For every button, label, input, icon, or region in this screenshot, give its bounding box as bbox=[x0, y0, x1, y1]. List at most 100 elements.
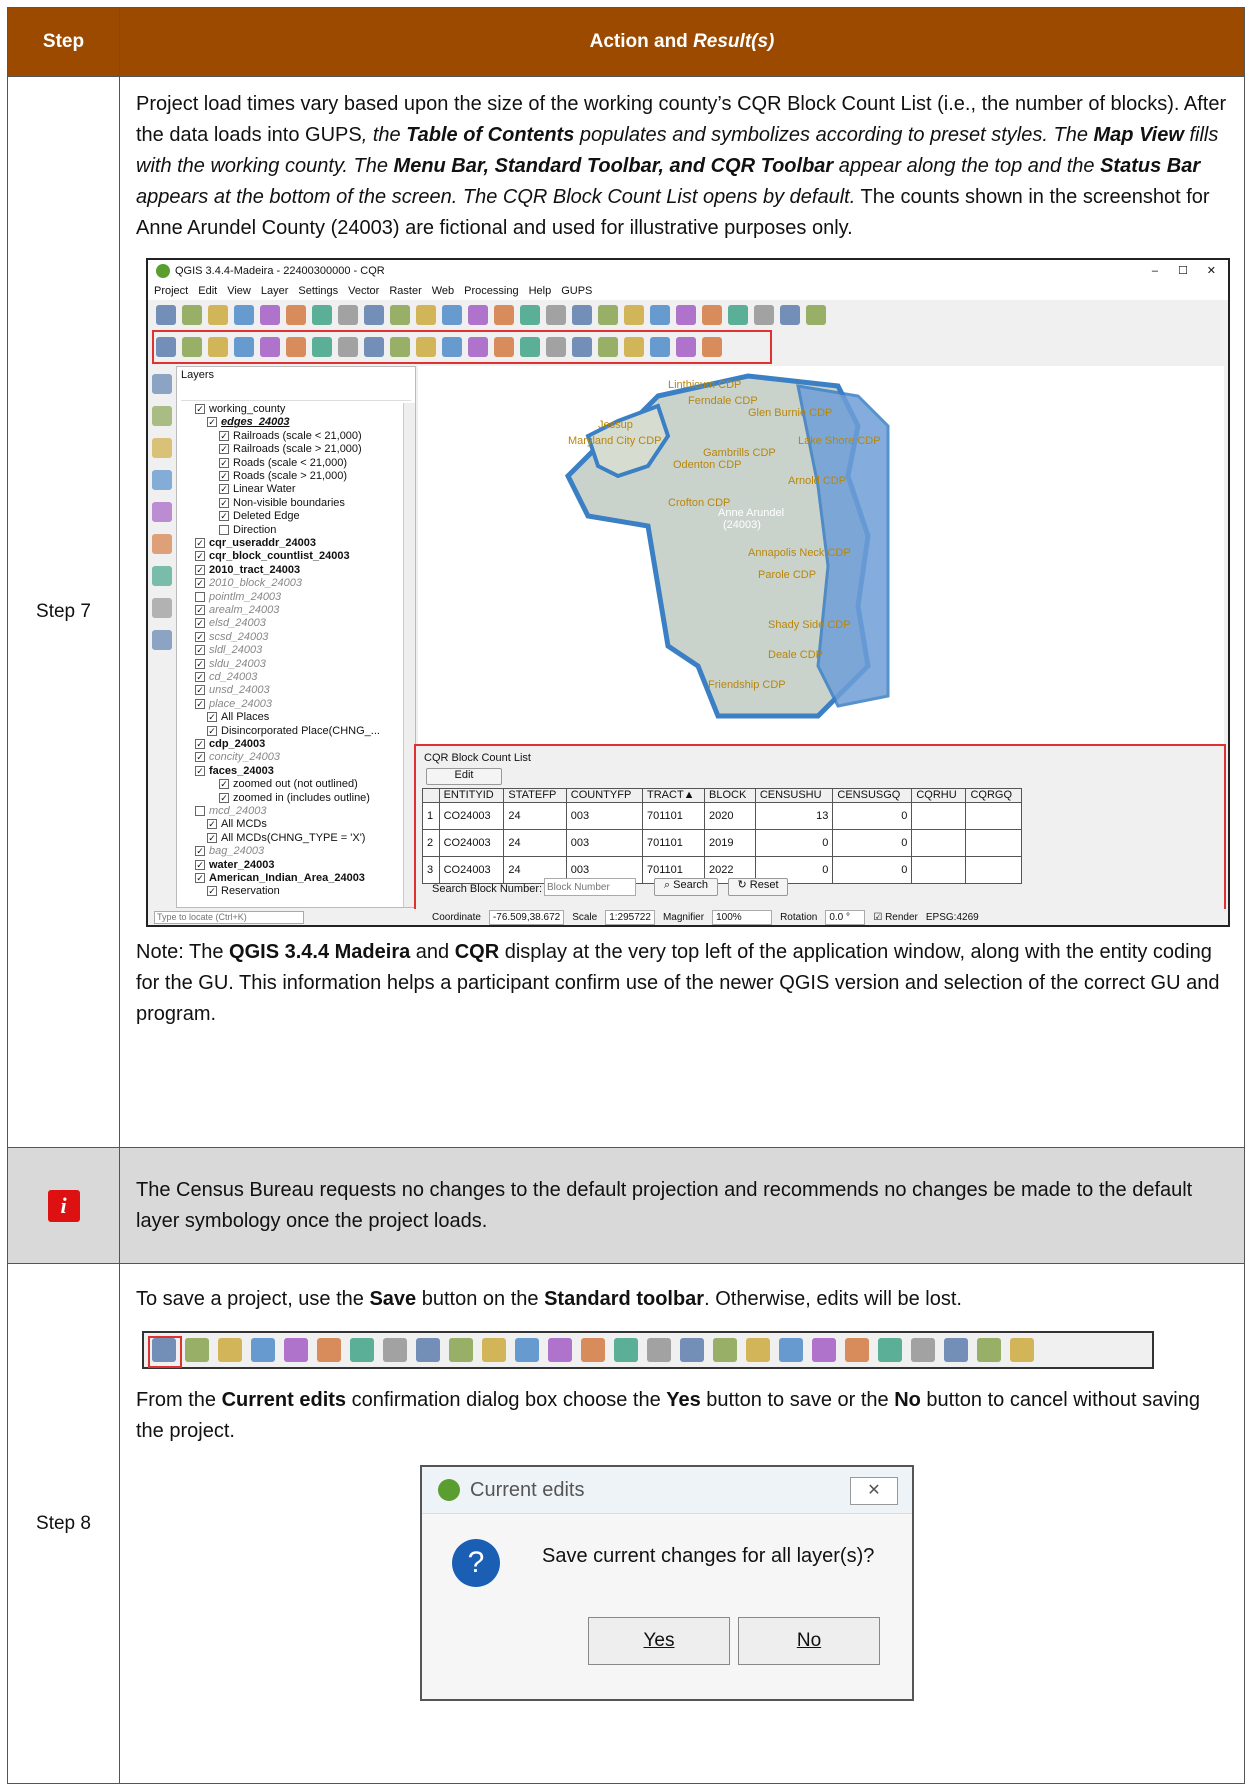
menu-raster[interactable]: Raster bbox=[389, 285, 421, 298]
layer-item[interactable]: ✓ water_24003 bbox=[195, 859, 274, 872]
layer-item[interactable]: ✓ Roads (scale > 21,000) bbox=[219, 470, 347, 483]
standard-tool-20-icon[interactable] bbox=[650, 305, 670, 325]
layer-item[interactable]: ✓ zoomed in (includes outline) bbox=[219, 792, 370, 805]
std-toolbar-tool-12-icon[interactable] bbox=[515, 1338, 539, 1362]
layer-item[interactable]: ✓ zoomed out (not outlined) bbox=[219, 778, 358, 791]
layer-checkbox[interactable]: ✓ bbox=[207, 832, 217, 843]
no-button[interactable]: No bbox=[738, 1617, 880, 1665]
layer-checkbox[interactable]: ✓ bbox=[195, 404, 205, 415]
maximize-icon[interactable]: ☐ bbox=[1178, 265, 1188, 278]
layer-checkbox[interactable]: ✓ bbox=[207, 712, 217, 723]
layer-checkbox[interactable]: ✓ bbox=[219, 430, 229, 441]
std-toolbar-tool-9-icon[interactable] bbox=[416, 1338, 440, 1362]
standard-tool-5-icon[interactable] bbox=[260, 305, 280, 325]
layer-item[interactable]: ✓ cqr_useraddr_24003 bbox=[195, 537, 316, 550]
layer-item[interactable]: Direction bbox=[219, 524, 276, 537]
layer-checkbox[interactable]: ✓ bbox=[195, 564, 205, 575]
layer-checkbox[interactable]: ✓ bbox=[219, 471, 229, 482]
layer-item[interactable]: ✓ arealm_24003 bbox=[195, 604, 279, 617]
std-toolbar-tool-16-icon[interactable] bbox=[647, 1338, 671, 1362]
standard-tool-15-icon[interactable] bbox=[520, 305, 540, 325]
standard-tool-21-icon[interactable] bbox=[676, 305, 696, 325]
layer-checkbox[interactable]: ✓ bbox=[219, 497, 229, 508]
menu-settings[interactable]: Settings bbox=[298, 285, 338, 298]
digitize-tool-7-icon[interactable] bbox=[152, 566, 172, 586]
layer-checkbox[interactable]: ✓ bbox=[195, 685, 205, 696]
layer-checkbox[interactable]: ✓ bbox=[207, 819, 217, 830]
locate-input[interactable] bbox=[154, 910, 304, 924]
menu-web[interactable]: Web bbox=[432, 285, 454, 298]
layer-checkbox[interactable]: ✓ bbox=[195, 605, 205, 616]
standard-tool-18-icon[interactable] bbox=[598, 305, 618, 325]
layer-item[interactable]: ✓ Non-visible boundaries bbox=[219, 497, 345, 510]
standard-tool-24-icon[interactable] bbox=[754, 305, 774, 325]
std-toolbar-tool-13-icon[interactable] bbox=[548, 1338, 572, 1362]
standard-tool-14-icon[interactable] bbox=[494, 305, 514, 325]
menu-help[interactable]: Help bbox=[529, 285, 552, 298]
std-toolbar-tool-26-icon[interactable] bbox=[977, 1338, 1001, 1362]
std-toolbar-tool-6-icon[interactable] bbox=[317, 1338, 341, 1362]
std-toolbar-tool-17-icon[interactable] bbox=[680, 1338, 704, 1362]
layer-item[interactable]: ✓ place_24003 bbox=[195, 698, 272, 711]
layer-item[interactable]: ✓ Railroads (scale < 21,000) bbox=[219, 430, 362, 443]
standard-tool-6-icon[interactable] bbox=[286, 305, 306, 325]
layer-checkbox[interactable]: ✓ bbox=[219, 484, 229, 495]
layer-item[interactable]: ✓ cdp_24003 bbox=[195, 738, 265, 751]
layer-item[interactable]: ✓ cd_24003 bbox=[195, 671, 257, 684]
menu-processing[interactable]: Processing bbox=[464, 285, 518, 298]
layer-checkbox[interactable]: ✓ bbox=[195, 618, 205, 629]
menu-vector[interactable]: Vector bbox=[348, 285, 379, 298]
std-toolbar-tool-4-icon[interactable] bbox=[251, 1338, 275, 1362]
layer-checkbox[interactable]: ✓ bbox=[195, 752, 205, 763]
layer-checkbox[interactable]: ✓ bbox=[195, 631, 205, 642]
yes-button[interactable]: Yes bbox=[588, 1617, 730, 1665]
rotation-value[interactable]: 0.0 ° bbox=[825, 909, 866, 925]
digitize-tool-3-icon[interactable] bbox=[152, 438, 172, 458]
standard-tool-2-icon[interactable] bbox=[182, 305, 202, 325]
layer-item[interactable]: pointlm_24003 bbox=[195, 591, 281, 604]
standard-tool-10-icon[interactable] bbox=[390, 305, 410, 325]
scale-value[interactable]: 1:295722 bbox=[605, 909, 655, 925]
layer-item[interactable]: ✓ All Places bbox=[207, 711, 269, 724]
layer-checkbox[interactable] bbox=[195, 806, 205, 817]
layer-checkbox[interactable]: ✓ bbox=[195, 739, 205, 750]
std-toolbar-tool-1-icon[interactable] bbox=[152, 1338, 176, 1362]
layer-item[interactable]: ✓ sldl_24003 bbox=[195, 644, 262, 657]
layer-item[interactable]: ✓ faces_24003 bbox=[195, 765, 274, 778]
layer-item[interactable]: ✓ bag_24003 bbox=[195, 845, 264, 858]
std-toolbar-tool-18-icon[interactable] bbox=[713, 1338, 737, 1362]
standard-tool-4-icon[interactable] bbox=[234, 305, 254, 325]
standard-tool-16-icon[interactable] bbox=[546, 305, 566, 325]
standard-tool-8-icon[interactable] bbox=[338, 305, 358, 325]
std-toolbar-tool-3-icon[interactable] bbox=[218, 1338, 242, 1362]
layer-checkbox[interactable]: ✓ bbox=[207, 725, 217, 736]
digitize-tool-4-icon[interactable] bbox=[152, 470, 172, 490]
layer-item[interactable]: ✓ Deleted Edge bbox=[219, 510, 300, 523]
layer-item[interactable]: ✓ American_Indian_Area_24003 bbox=[195, 872, 365, 885]
layer-checkbox[interactable]: ✓ bbox=[195, 645, 205, 656]
menu-edit[interactable]: Edit bbox=[198, 285, 217, 298]
standard-tool-3-icon[interactable] bbox=[208, 305, 228, 325]
layer-item[interactable]: ✓ All MCDs(CHNG_TYPE = 'X') bbox=[207, 832, 365, 845]
map-view[interactable]: Linthicum CDP Ferndale CDP Glen Burnie CDP… bbox=[418, 366, 1224, 746]
digitize-tool-9-icon[interactable] bbox=[152, 630, 172, 650]
menu-project[interactable]: Project bbox=[154, 285, 188, 298]
layer-item[interactable]: ✓ Reservation bbox=[207, 885, 280, 898]
standard-tool-12-icon[interactable] bbox=[442, 305, 462, 325]
magnifier-value[interactable]: 100% bbox=[712, 909, 773, 925]
layer-item[interactable]: ✓ 2010_tract_24003 bbox=[195, 564, 300, 577]
layer-item[interactable]: mcd_24003 bbox=[195, 805, 267, 818]
layer-checkbox[interactable]: ✓ bbox=[195, 658, 205, 669]
layer-item[interactable]: ✓ All MCDs bbox=[207, 818, 267, 831]
menu-view[interactable]: View bbox=[227, 285, 251, 298]
layer-item[interactable]: ✓ concity_24003 bbox=[195, 751, 280, 764]
layer-item[interactable]: ✓ cqr_block_countlist_24003 bbox=[195, 550, 350, 563]
layer-checkbox[interactable]: ✓ bbox=[219, 457, 229, 468]
standard-tool-9-icon[interactable] bbox=[364, 305, 384, 325]
layer-item[interactable]: ✓ sldu_24003 bbox=[195, 658, 266, 671]
std-toolbar-tool-24-icon[interactable] bbox=[911, 1338, 935, 1362]
layer-checkbox[interactable]: ✓ bbox=[219, 779, 229, 790]
layer-checkbox[interactable]: ✓ bbox=[195, 698, 205, 709]
std-toolbar-tool-21-icon[interactable] bbox=[812, 1338, 836, 1362]
layer-item[interactable]: ✓ Disincorporated Place(CHNG_... bbox=[207, 725, 380, 738]
